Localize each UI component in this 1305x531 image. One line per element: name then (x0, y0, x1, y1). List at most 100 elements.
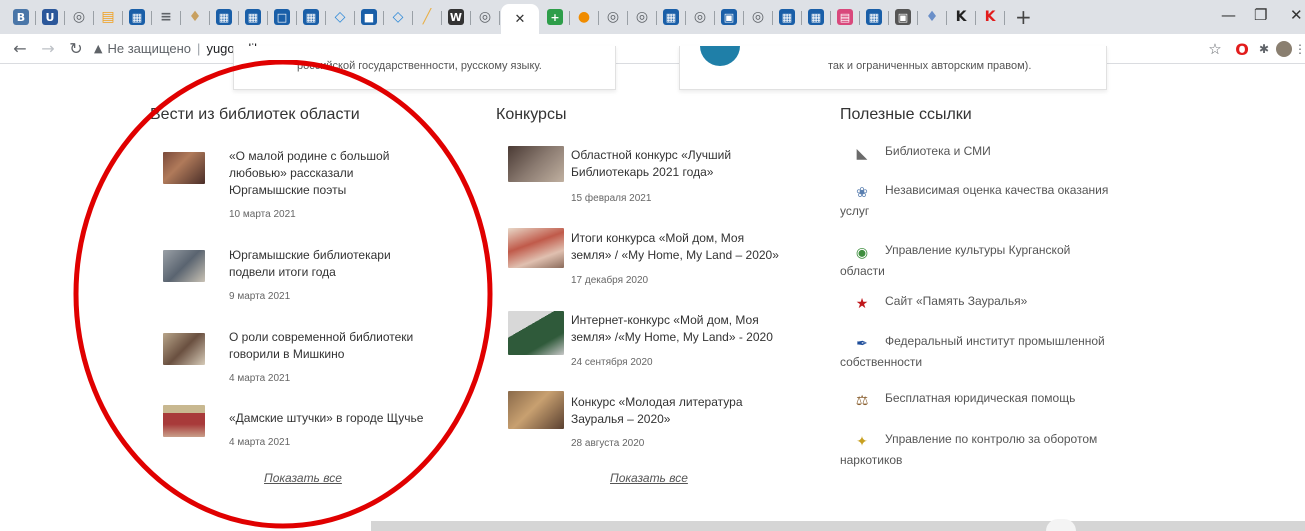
contest-item-title[interactable]: Итоги конкурса «Мой дом, Моя земля» / «My… (571, 230, 779, 264)
browser-tab[interactable]: ♦ (182, 4, 210, 30)
browser-tab[interactable]: ╱ (414, 4, 442, 30)
browser-tab[interactable]: ◇ (327, 4, 355, 30)
browser-tab[interactable]: ▦ (124, 4, 152, 30)
globe-icon: ◎ (751, 9, 765, 25)
building-icon: ▣ (721, 9, 737, 25)
news-item-title[interactable]: «Дамские штучки» в городе Щучье (229, 410, 423, 427)
news-item-title[interactable]: «О малой родине с большой любовью» расска… (229, 148, 389, 199)
useful-link[interactable]: ✦ Управление по контролю за оборотом нарко… (840, 429, 1163, 471)
contest-thumbnail[interactable] (508, 146, 564, 182)
contest-thumbnail[interactable] (508, 311, 564, 355)
browser-tab[interactable]: ◎ (472, 4, 500, 30)
browser-tab[interactable]: + (542, 4, 570, 30)
extensions-icon[interactable]: ✱ (1256, 41, 1272, 57)
contest-item-title[interactable]: Конкурс «Молодая литература Зауралья – 20… (571, 394, 743, 428)
news-item-title[interactable]: О роли современной библиотеки говорили в … (229, 329, 413, 363)
patent-icon: ✒ (856, 336, 868, 352)
back-icon[interactable]: ← (8, 39, 32, 58)
news-thumbnail[interactable] (163, 152, 205, 184)
emblem-icon: ❀ (856, 185, 868, 201)
news-thumbnail[interactable] (163, 250, 205, 282)
useful-link[interactable]: ◣ Библиотека и СМИ (853, 141, 1163, 162)
new-tab-icon[interactable]: + (1015, 5, 1032, 29)
useful-link[interactable]: ◉ Управление культуры Курганской области (840, 240, 1163, 282)
browser-tab[interactable]: □ (269, 4, 297, 30)
news-item-date: 10 марта 2021 (229, 209, 296, 220)
contest-thumbnail[interactable] (508, 228, 564, 268)
useful-link-label: Библиотека и СМИ (885, 144, 991, 158)
news-thumbnail[interactable] (163, 405, 205, 437)
close-tab-icon[interactable]: ✕ (515, 12, 526, 27)
browser-tab[interactable]: ◇ (385, 4, 413, 30)
browser-tab[interactable]: B (8, 4, 36, 30)
opera-icon[interactable]: O (1234, 40, 1250, 59)
browser-tab[interactable]: ◎ (629, 4, 657, 30)
browser-tab[interactable]: ▦ (861, 4, 889, 30)
browser-tab[interactable]: ◎ (66, 4, 94, 30)
layers-icon: ≡ (160, 9, 172, 25)
news-show-all-link[interactable]: Показать все (264, 471, 342, 485)
browser-tab[interactable]: ◎ (600, 4, 628, 30)
useful-link[interactable]: ⚖ Бесплатная юридическая помощь (853, 388, 1163, 409)
browser-tab[interactable]: ♦ (919, 4, 947, 30)
browser-tab[interactable]: ■ (356, 4, 384, 30)
contests-column-title: Конкурсы (496, 106, 567, 123)
news-thumbnail[interactable] (163, 333, 205, 365)
close-window-icon[interactable]: ✕ (1290, 6, 1303, 24)
news-item-title[interactable]: Юргамышские библиотекари подвели итоги го… (229, 247, 391, 281)
browser-tab[interactable]: W (443, 4, 471, 30)
browser-tab[interactable]: ▦ (658, 4, 686, 30)
browser-tab[interactable]: K (977, 4, 1005, 30)
browser-tab[interactable]: K (948, 4, 976, 30)
useful-link-label: Управление культуры Курганской (885, 243, 1071, 257)
browser-tab[interactable]: ▦ (211, 4, 239, 30)
browser-tab[interactable]: ▦ (774, 4, 802, 30)
browser-tab[interactable]: ▣ (716, 4, 744, 30)
contest-item-date: 15 февраля 2021 (571, 193, 652, 204)
browser-tab[interactable]: ◎ (687, 4, 715, 30)
contest-item-title[interactable]: Интернет-конкурс «Мой дом, Моя земля» /«M… (571, 312, 773, 346)
news-column-title: Вести из библиотек области (150, 106, 360, 123)
browser-tab[interactable]: ▤ (95, 4, 123, 30)
info-card-right: так и ограниченных авторским правом). (679, 46, 1107, 90)
contests-show-all-link[interactable]: Показать все (610, 471, 688, 485)
news-item-date: 4 марта 2021 (229, 373, 291, 384)
useful-link[interactable]: ❀ Независимая оценка качества оказания усл… (840, 180, 1163, 222)
browser-tab[interactable]: U (37, 4, 65, 30)
browser-tab[interactable]: ▤ (832, 4, 860, 30)
maximize-icon[interactable]: ❐ (1254, 6, 1267, 24)
avatar[interactable] (1276, 41, 1292, 57)
scroll-top-button[interactable] (1046, 519, 1076, 531)
grid-app-icon: ▦ (808, 9, 824, 25)
bookmark-app-icon: U (42, 9, 58, 25)
active-browser-tab[interactable]: ✕ (501, 4, 539, 34)
scales-icon: ⚖ (855, 393, 869, 409)
browser-tab[interactable]: ● (571, 4, 599, 30)
browser-toolbar: ← → ↻ ▲ Не защищено | yugovalib.ru (0, 34, 1305, 64)
grid-app-icon: ▦ (866, 9, 882, 25)
bookmark-star-icon[interactable]: ☆ (1207, 40, 1223, 58)
browser-tab[interactable]: ◎ (745, 4, 773, 30)
forward-icon[interactable]: → (36, 39, 60, 58)
k-letter-icon: K (955, 9, 967, 25)
contest-item-title[interactable]: Областной конкурс «Лучший Библиотекарь 20… (571, 147, 731, 181)
minimize-icon[interactable]: — (1221, 6, 1236, 24)
browser-tab[interactable]: ▦ (240, 4, 268, 30)
menu-icon[interactable]: ⋮ (1294, 41, 1305, 57)
browser-tab[interactable]: ▦ (298, 4, 326, 30)
contest-thumbnail[interactable] (508, 391, 564, 429)
browser-tab[interactable]: ▦ (803, 4, 831, 30)
info-card-left: российской государственности, русскому я… (233, 46, 616, 90)
image-icon: ▣ (895, 9, 911, 25)
reload-icon[interactable]: ↻ (64, 39, 88, 58)
plus-square-icon: + (547, 9, 563, 25)
useful-link-label: Бесплатная юридическая помощь (885, 391, 1076, 405)
emblem-icon: ♦ (188, 9, 202, 25)
browser-tab[interactable]: ▣ (890, 4, 918, 30)
contest-item-date: 24 сентября 2020 (571, 357, 653, 368)
useful-link[interactable]: ✒ Федеральный институт промышленной собств… (840, 331, 1163, 373)
footer-strip (371, 521, 1305, 531)
grid-app-icon: ▦ (129, 9, 145, 25)
browser-tab[interactable]: ≡ (153, 4, 181, 30)
useful-link[interactable]: ★ Сайт «Память Зауралья» (853, 291, 1163, 312)
